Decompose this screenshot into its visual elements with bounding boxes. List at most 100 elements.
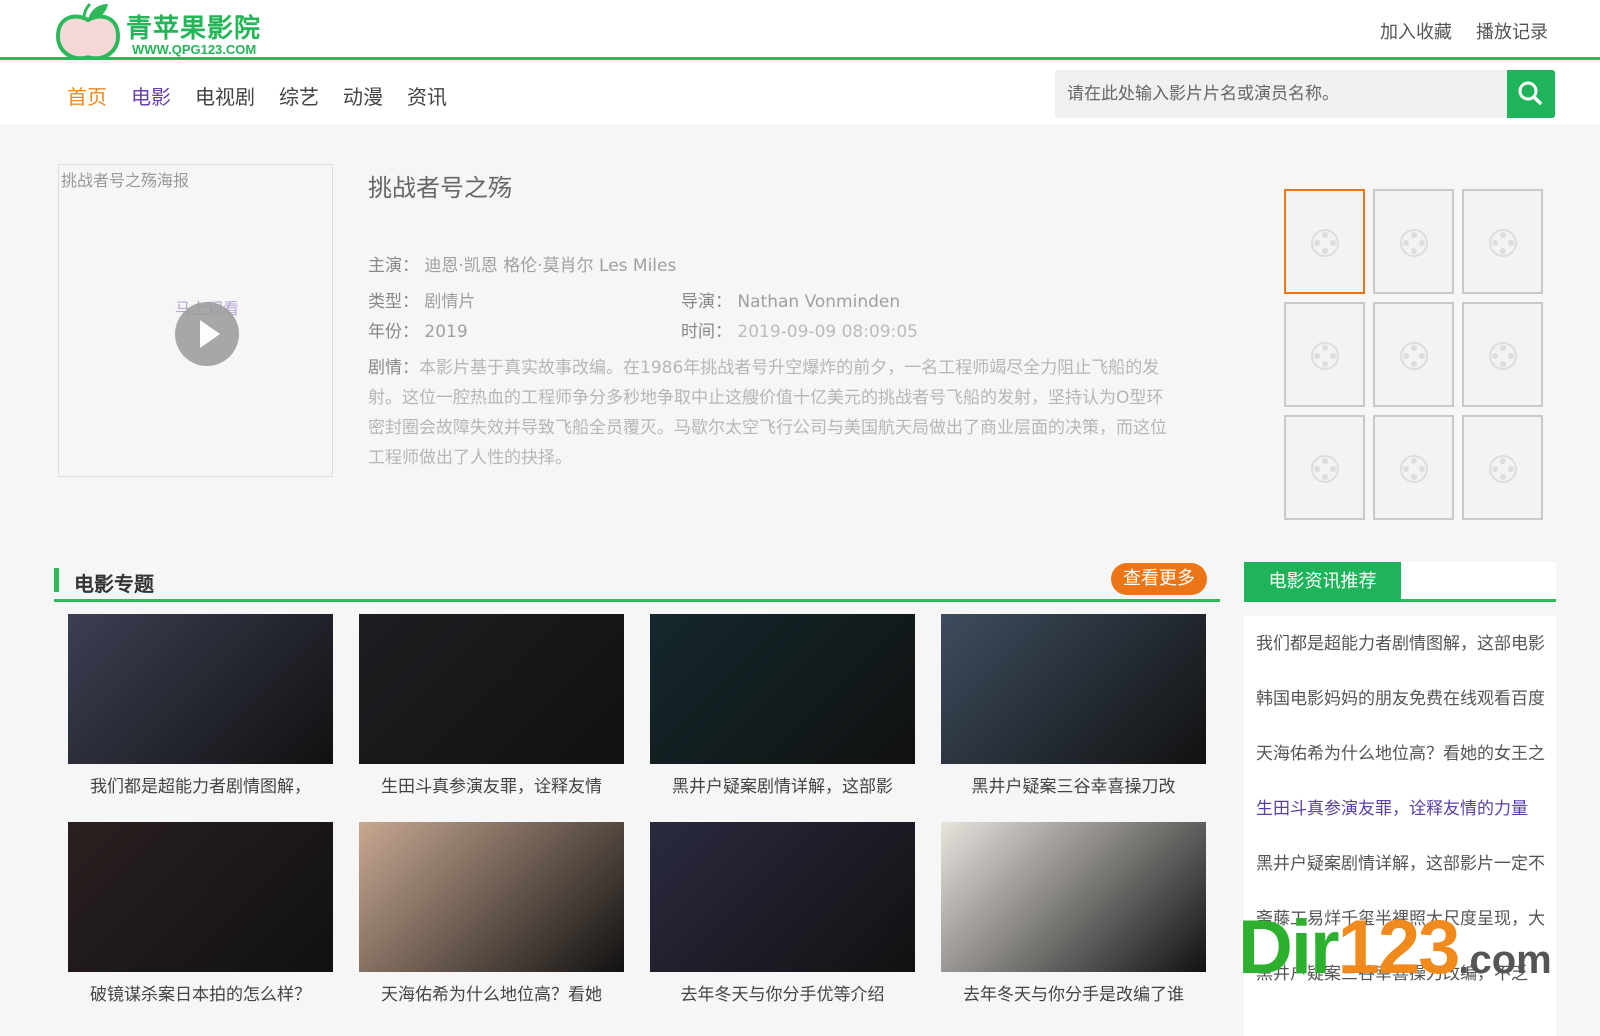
topic-caption[interactable]: 我们都是超能力者剧情图解，: [68, 772, 333, 797]
section-accent-bar: [54, 568, 59, 592]
thumbnail[interactable]: [1462, 302, 1543, 407]
topic-card[interactable]: 我们都是超能力者剧情图解，: [68, 614, 333, 808]
play-icon: [200, 320, 220, 348]
time-label: 时间：: [681, 322, 732, 342]
add-favorite-link[interactable]: 加入收藏: [1380, 18, 1452, 44]
news-item[interactable]: 生田斗真参演友罪，诠释友情的力量: [1244, 789, 1556, 844]
topic-image[interactable]: [68, 614, 333, 764]
news-item[interactable]: 韩国电影妈妈的朋友免费在线观看百度: [1244, 679, 1556, 734]
watermark-com: .com: [1458, 938, 1552, 982]
year-label: 年份：: [368, 322, 419, 342]
apple-logo-icon: [55, 2, 121, 60]
film-reel-icon: [1311, 229, 1339, 257]
news-item[interactable]: 天海佑希为什么地位高？看她的女王之: [1244, 734, 1556, 789]
topic-image[interactable]: [359, 822, 624, 972]
thumbnail[interactable]: [1284, 415, 1365, 520]
watermark-dir: Dir: [1238, 905, 1340, 990]
director-value: Nathan Vonminden: [737, 292, 901, 312]
news-item[interactable]: 黑井户疑案剧情详解，这部影片一定不: [1244, 844, 1556, 899]
topic-image[interactable]: [359, 614, 624, 764]
topic-image[interactable]: [941, 822, 1206, 972]
play-history-link[interactable]: 播放记录: [1476, 18, 1548, 44]
topic-caption[interactable]: 破镜谋杀案日本拍的怎么样？: [68, 980, 333, 1005]
year-value: 2019: [424, 322, 468, 342]
logo-title: 青苹果影院: [126, 14, 262, 44]
topic-image[interactable]: [650, 822, 915, 972]
plot-text: 本影片基于真实故事改编。在1986年挑战者号升空爆炸的前夕，一名工程师竭尽全力阻…: [368, 358, 1167, 468]
genre-director-row: 类型： 剧情片 导演： Nathan Vonminden: [368, 287, 1188, 317]
poster-alt-text: 挑战者号之殇海报: [61, 171, 190, 190]
film-reel-icon: [1489, 229, 1517, 257]
top-header: 青苹果影院 WWW.QPG123.COM 加入收藏 播放记录: [0, 0, 1600, 60]
news-header: 电影资讯推荐: [1244, 562, 1556, 602]
episode-thumbnails: [1284, 189, 1546, 520]
time-value: 2019-09-09 08:09:05: [737, 322, 918, 342]
nav-item-variety[interactable]: 综艺: [279, 81, 319, 110]
news-item[interactable]: 我们都是超能力者剧情图解，这部电影: [1244, 624, 1556, 679]
section-title: 电影专题: [74, 572, 154, 596]
plot-summary: 剧情：本影片基于真实故事改编。在1986年挑战者号升空爆炸的前夕，一名工程师竭尽…: [368, 353, 1176, 473]
movie-title: 挑战者号之殇: [368, 174, 512, 202]
thumbnail[interactable]: [1462, 189, 1543, 294]
view-more-button[interactable]: 查看更多: [1111, 563, 1207, 595]
topic-image[interactable]: [941, 614, 1206, 764]
plot-label: 剧情：: [368, 358, 419, 378]
topic-card[interactable]: 去年冬天与你分手是改编了谁: [941, 822, 1206, 1016]
cast-value: 迪恩·凯恩 格伦·莫肖尔 Les Miles: [424, 256, 677, 276]
play-button[interactable]: [175, 302, 239, 366]
nav-item-anime[interactable]: 动漫: [343, 81, 383, 110]
topic-caption[interactable]: 生田斗真参演友罪，诠释友情: [359, 772, 624, 797]
watermark-number: 123: [1337, 905, 1461, 990]
film-reel-icon: [1400, 342, 1428, 370]
topic-card[interactable]: 黑井户疑案剧情详解，这部影: [650, 614, 915, 808]
director-label: 导演：: [681, 292, 732, 312]
nav-item-tv[interactable]: 电视剧: [195, 81, 255, 110]
topic-image[interactable]: [68, 822, 333, 972]
film-reel-icon: [1311, 455, 1339, 483]
topics-section-header: 电影专题 查看更多: [54, 560, 1220, 602]
news-tab[interactable]: 电影资讯推荐: [1244, 562, 1401, 602]
thumbnail[interactable]: [1373, 189, 1454, 294]
topic-card[interactable]: 破镜谋杀案日本拍的怎么样？: [68, 822, 333, 1016]
genre-value: 剧情片: [424, 292, 476, 312]
topic-caption[interactable]: 黑井户疑案剧情详解，这部影: [650, 772, 915, 797]
topic-card[interactable]: 黑井户疑案三谷幸喜操刀改: [941, 614, 1206, 808]
site-logo[interactable]: 青苹果影院 WWW.QPG123.COM: [54, 2, 284, 60]
topic-image[interactable]: [650, 614, 915, 764]
search-input[interactable]: [1055, 70, 1507, 118]
cast-row: 主演： 迪恩·凯恩 格伦·莫肖尔 Les Miles: [368, 251, 1188, 281]
search-button[interactable]: [1507, 70, 1555, 118]
movie-poster[interactable]: 挑战者号之殇海报 马上观看: [58, 164, 333, 477]
cast-label: 主演：: [368, 256, 419, 276]
topic-caption[interactable]: 去年冬天与你分手优等介绍: [650, 980, 915, 1005]
search-icon: [1518, 81, 1542, 105]
search-box: [1055, 70, 1555, 118]
topics-grid: 我们都是超能力者剧情图解， 生田斗真参演友罪，诠释友情 黑井户疑案剧情详解，这部…: [68, 614, 1218, 1016]
year-time-row: 年份： 2019 时间： 2019-09-09 08:09:05: [368, 317, 1188, 347]
topic-caption[interactable]: 黑井户疑案三谷幸喜操刀改: [941, 772, 1206, 797]
thumbnail[interactable]: [1462, 415, 1543, 520]
movie-info: 挑战者号之殇 主演： 迪恩·凯恩 格伦·莫肖尔 Les Miles 类型： 剧情…: [368, 168, 1188, 473]
nav-item-movies[interactable]: 电影: [131, 81, 171, 110]
nav-item-news[interactable]: 资讯: [407, 81, 447, 110]
top-links: 加入收藏 播放记录: [1380, 18, 1548, 44]
topic-caption[interactable]: 天海佑希为什么地位高？看她: [359, 980, 624, 1005]
topic-card[interactable]: 去年冬天与你分手优等介绍: [650, 822, 915, 1016]
film-reel-icon: [1400, 229, 1428, 257]
film-reel-icon: [1311, 342, 1339, 370]
genre-label: 类型：: [368, 292, 419, 312]
topic-card[interactable]: 生田斗真参演友罪，诠释友情: [359, 614, 624, 808]
film-reel-icon: [1400, 455, 1428, 483]
thumbnail[interactable]: [1284, 189, 1365, 294]
nav-item-home[interactable]: 首页: [67, 81, 107, 110]
thumbnail[interactable]: [1373, 302, 1454, 407]
topic-card[interactable]: 天海佑希为什么地位高？看她: [359, 822, 624, 1016]
topic-caption[interactable]: 去年冬天与你分手是改编了谁: [941, 980, 1206, 1005]
thumbnail[interactable]: [1373, 415, 1454, 520]
watermark: Dir123.com: [1238, 904, 1552, 991]
logo-url: WWW.QPG123.COM: [132, 42, 257, 57]
main-nav: 首页 电影 电视剧 综艺 动漫 资讯: [0, 63, 1600, 124]
film-reel-icon: [1489, 455, 1517, 483]
film-reel-icon: [1489, 342, 1517, 370]
thumbnail[interactable]: [1284, 302, 1365, 407]
